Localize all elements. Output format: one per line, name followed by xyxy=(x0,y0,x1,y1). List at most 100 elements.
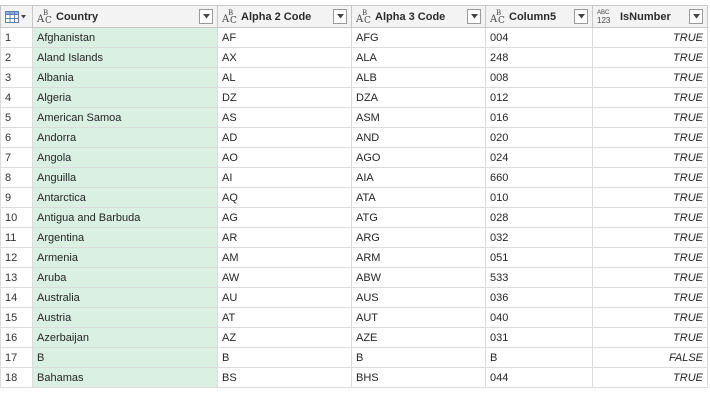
table-row[interactable]: 13 Aruba AW ABW 533 TRUE xyxy=(0,267,708,288)
isnumber-cell[interactable]: TRUE xyxy=(592,247,708,268)
column5-cell[interactable]: 040 xyxy=(485,307,593,328)
alpha3-cell[interactable]: AZE xyxy=(351,327,486,348)
alpha2-cell[interactable]: AG xyxy=(217,207,352,228)
country-cell[interactable]: Australia xyxy=(32,287,218,308)
filter-dropdown-button[interactable] xyxy=(467,9,481,24)
filter-dropdown-button[interactable] xyxy=(574,9,588,24)
row-number[interactable]: 10 xyxy=(0,207,33,228)
alpha3-cell[interactable]: AFG xyxy=(351,27,486,48)
text-type-icon[interactable]: ABC xyxy=(222,9,237,26)
column5-cell[interactable]: 010 xyxy=(485,187,593,208)
table-row[interactable]: 16 Azerbaijan AZ AZE 031 TRUE xyxy=(0,327,708,348)
row-number[interactable]: 14 xyxy=(0,287,33,308)
column-header-column5[interactable]: ABC Column5 xyxy=(485,5,593,28)
row-number[interactable]: 2 xyxy=(0,47,33,68)
isnumber-cell[interactable]: TRUE xyxy=(592,147,708,168)
isnumber-cell[interactable]: TRUE xyxy=(592,107,708,128)
column5-cell[interactable]: 008 xyxy=(485,67,593,88)
table-row[interactable]: 15 Austria AT AUT 040 TRUE xyxy=(0,307,708,328)
filter-dropdown-button[interactable] xyxy=(689,9,703,24)
alpha2-cell[interactable]: AQ xyxy=(217,187,352,208)
isnumber-cell[interactable]: TRUE xyxy=(592,207,708,228)
column5-cell[interactable]: 660 xyxy=(485,167,593,188)
country-cell[interactable]: American Samoa xyxy=(32,107,218,128)
table-row[interactable]: 4 Algeria DZ DZA 012 TRUE xyxy=(0,87,708,108)
alpha3-cell[interactable]: BHS xyxy=(351,367,486,388)
table-row[interactable]: 17 B B B B FALSE xyxy=(0,347,708,368)
country-cell[interactable]: Algeria xyxy=(32,87,218,108)
isnumber-cell[interactable]: FALSE xyxy=(592,347,708,368)
column5-cell[interactable]: 044 xyxy=(485,367,593,388)
column-header-alpha3[interactable]: ABC Alpha 3 Code xyxy=(351,5,486,28)
table-row[interactable]: 1 Afghanistan AF AFG 004 TRUE xyxy=(0,27,708,48)
alpha3-cell[interactable]: ASM xyxy=(351,107,486,128)
alpha3-cell[interactable]: ATG xyxy=(351,207,486,228)
row-number[interactable]: 17 xyxy=(0,347,33,368)
row-number[interactable]: 18 xyxy=(0,367,33,388)
country-cell[interactable]: Bahamas xyxy=(32,367,218,388)
country-cell[interactable]: Antarctica xyxy=(32,187,218,208)
text-type-icon[interactable]: ABC xyxy=(37,9,52,26)
row-number[interactable]: 3 xyxy=(0,67,33,88)
isnumber-cell[interactable]: TRUE xyxy=(592,27,708,48)
isnumber-cell[interactable]: TRUE xyxy=(592,47,708,68)
isnumber-cell[interactable]: TRUE xyxy=(592,267,708,288)
country-cell[interactable]: B xyxy=(32,347,218,368)
alpha2-cell[interactable]: AU xyxy=(217,287,352,308)
alpha3-cell[interactable]: AIA xyxy=(351,167,486,188)
table-row[interactable]: 3 Albania AL ALB 008 TRUE xyxy=(0,67,708,88)
row-number[interactable]: 16 xyxy=(0,327,33,348)
isnumber-cell[interactable]: TRUE xyxy=(592,127,708,148)
column5-cell[interactable]: 004 xyxy=(485,27,593,48)
alpha2-cell[interactable]: AR xyxy=(217,227,352,248)
alpha2-cell[interactable]: AW xyxy=(217,267,352,288)
alpha2-cell[interactable]: AI xyxy=(217,167,352,188)
row-number[interactable]: 4 xyxy=(0,87,33,108)
table-row[interactable]: 18 Bahamas BS BHS 044 TRUE xyxy=(0,367,708,388)
text-type-icon[interactable]: ABC xyxy=(356,9,371,26)
column-header-alpha2[interactable]: ABC Alpha 2 Code xyxy=(217,5,352,28)
row-number[interactable]: 11 xyxy=(0,227,33,248)
table-row[interactable]: 7 Angola AO AGO 024 TRUE xyxy=(0,147,708,168)
column5-cell[interactable]: 012 xyxy=(485,87,593,108)
alpha3-cell[interactable]: AND xyxy=(351,127,486,148)
alpha2-cell[interactable]: AM xyxy=(217,247,352,268)
column5-cell[interactable]: 032 xyxy=(485,227,593,248)
alpha2-cell[interactable]: BS xyxy=(217,367,352,388)
isnumber-cell[interactable]: TRUE xyxy=(592,367,708,388)
column-header-isnumber[interactable]: ABC 123 IsNumber xyxy=(592,5,708,28)
column5-cell[interactable]: 533 xyxy=(485,267,593,288)
filter-dropdown-button[interactable] xyxy=(333,9,347,24)
alpha2-cell[interactable]: AF xyxy=(217,27,352,48)
country-cell[interactable]: Anguilla xyxy=(32,167,218,188)
country-cell[interactable]: Antigua and Barbuda xyxy=(32,207,218,228)
alpha2-cell[interactable]: AD xyxy=(217,127,352,148)
alpha2-cell[interactable]: AO xyxy=(217,147,352,168)
alpha3-cell[interactable]: ALB xyxy=(351,67,486,88)
column5-cell[interactable]: B xyxy=(485,347,593,368)
table-row[interactable]: 8 Anguilla AI AIA 660 TRUE xyxy=(0,167,708,188)
row-number[interactable]: 12 xyxy=(0,247,33,268)
isnumber-cell[interactable]: TRUE xyxy=(592,287,708,308)
alpha3-cell[interactable]: AUS xyxy=(351,287,486,308)
row-number[interactable]: 15 xyxy=(0,307,33,328)
alpha2-cell[interactable]: B xyxy=(217,347,352,368)
column5-cell[interactable]: 016 xyxy=(485,107,593,128)
alpha3-cell[interactable]: DZA xyxy=(351,87,486,108)
country-cell[interactable]: Armenia xyxy=(32,247,218,268)
row-number[interactable]: 9 xyxy=(0,187,33,208)
table-row[interactable]: 11 Argentina AR ARG 032 TRUE xyxy=(0,227,708,248)
row-number[interactable]: 6 xyxy=(0,127,33,148)
table-row[interactable]: 14 Australia AU AUS 036 TRUE xyxy=(0,287,708,308)
column5-cell[interactable]: 051 xyxy=(485,247,593,268)
country-cell[interactable]: Austria xyxy=(32,307,218,328)
isnumber-cell[interactable]: TRUE xyxy=(592,187,708,208)
table-menu-button[interactable] xyxy=(0,5,33,28)
row-number[interactable]: 1 xyxy=(0,27,33,48)
isnumber-cell[interactable]: TRUE xyxy=(592,327,708,348)
row-number[interactable]: 5 xyxy=(0,107,33,128)
table-row[interactable]: 2 Aland Islands AX ALA 248 TRUE xyxy=(0,47,708,68)
alpha2-cell[interactable]: AX xyxy=(217,47,352,68)
alpha2-cell[interactable]: AT xyxy=(217,307,352,328)
alpha2-cell[interactable]: AL xyxy=(217,67,352,88)
